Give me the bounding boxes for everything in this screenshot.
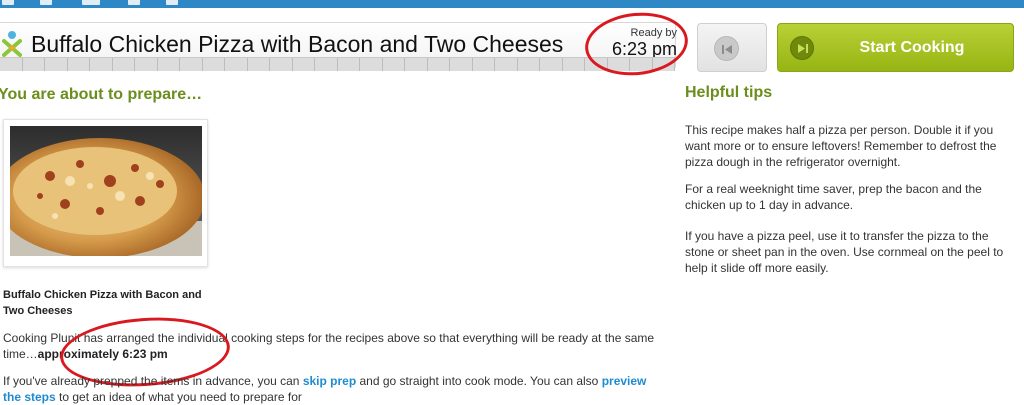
para2-text-a: If you've already prepped the items in a…	[3, 374, 303, 388]
timeline-segment	[135, 58, 158, 71]
home-icon[interactable]	[2, 0, 14, 5]
timeline-segment	[383, 58, 405, 71]
timeline-segment	[495, 58, 518, 71]
chef-logo-icon	[2, 31, 22, 57]
timeline-segment	[360, 58, 383, 71]
recipe-photo-frame[interactable]	[3, 119, 208, 267]
timeline-segment	[225, 58, 248, 71]
tip-item: If you have a pizza peel, use it to tran…	[685, 229, 1004, 275]
timeline-segment	[180, 58, 203, 71]
skip-prep-link[interactable]: skip prep	[303, 374, 356, 388]
para2-text-b: and go straight into cook mode. You can …	[356, 374, 602, 388]
timeline-progress-bar	[0, 57, 675, 71]
timeline-segment	[428, 58, 450, 71]
timeline-segment	[338, 58, 360, 71]
skip-prep-paragraph: If you've already prepped the items in a…	[3, 373, 663, 405]
tip-item: This recipe makes half a pizza per perso…	[685, 123, 997, 169]
timeline-segment	[563, 58, 585, 71]
timeline-segment	[270, 58, 293, 71]
timeline-segment	[45, 58, 68, 71]
timeline-segment	[113, 58, 135, 71]
calendar-icon[interactable]	[166, 0, 178, 5]
tip-item: For a real weeknight time saver, prep th…	[685, 182, 982, 212]
top-nav-bar	[0, 0, 1024, 8]
para2-text-c: to get an idea of what you need to prepa…	[55, 390, 302, 404]
recipe-photo	[10, 126, 202, 256]
star-icon[interactable]	[40, 0, 52, 5]
timeline-segment	[158, 58, 180, 71]
timeline-segment	[473, 58, 495, 71]
back-button[interactable]	[697, 23, 767, 72]
skip-forward-icon	[790, 36, 814, 60]
start-cooking-button[interactable]: Start Cooking	[777, 23, 1014, 72]
menu-icon[interactable]	[82, 0, 100, 5]
page-title: Buffalo Chicken Pizza with Bacon and Two…	[31, 31, 564, 57]
timeline-segment	[68, 58, 90, 71]
timeline-segment	[518, 58, 540, 71]
timeline-segment	[450, 58, 473, 71]
timeline-segment	[23, 58, 45, 71]
helpful-tips-heading: Helpful tips	[685, 84, 773, 101]
timeline-segment	[405, 58, 428, 71]
timeline-segment	[540, 58, 563, 71]
recipe-header: Buffalo Chicken Pizza with Bacon and Two…	[0, 22, 677, 71]
skip-back-icon	[714, 36, 739, 61]
list-icon[interactable]	[128, 0, 140, 5]
timeline-segment	[315, 58, 338, 71]
timeline-segment	[203, 58, 225, 71]
timeline-segment	[248, 58, 270, 71]
recipe-name: Buffalo Chicken Pizza with Bacon and Two…	[3, 289, 202, 317]
start-cooking-label: Start Cooking	[859, 39, 965, 56]
about-to-prepare-heading: You are about to prepare…	[0, 86, 203, 103]
timeline-segment	[293, 58, 315, 71]
timeline-segment	[0, 58, 23, 71]
timeline-segment	[90, 58, 113, 71]
